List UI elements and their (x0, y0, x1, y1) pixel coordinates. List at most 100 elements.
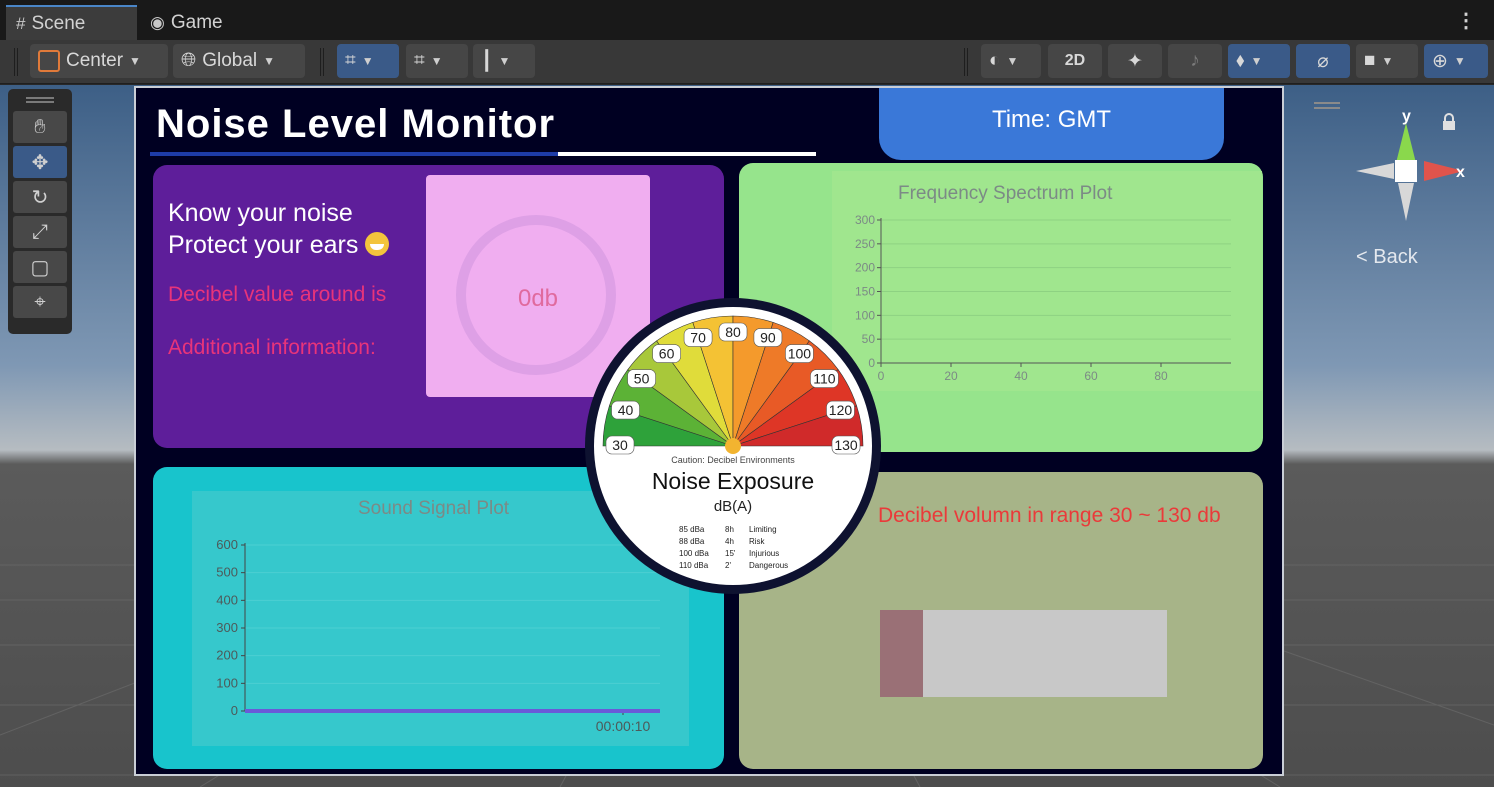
rect-tool-icon[interactable]: ▢ (13, 251, 67, 283)
range-message: Decibel volumn in range 30 ~ 130 db (878, 504, 1221, 527)
decibel-value-label: Decibel value around is (168, 283, 387, 306)
gauge-legend-risk: Dangerous (749, 561, 788, 570)
neg-x-cone[interactable] (1356, 163, 1394, 179)
gauge-scale-label: 50 (634, 371, 650, 387)
y-axis-cone[interactable] (1396, 123, 1416, 163)
gauge-legend-level: 88 dBa (679, 537, 705, 546)
eye-hidden-icon: ⌀ (1317, 50, 1329, 72)
time-label: Time: GMT (879, 88, 1224, 160)
gauge-scale-label: 110 (813, 371, 836, 387)
rotate-tool-icon[interactable]: ↻ (13, 181, 67, 213)
additional-info-label: Additional information: (168, 336, 376, 359)
tab-bar: # Scene ◉ Game ⋮ (0, 0, 1494, 40)
transform-tool-icon[interactable]: ⌖ (13, 286, 67, 318)
gauge-scale-label: 60 (659, 346, 675, 362)
frequency-x-tick-label: 60 (1084, 369, 1098, 383)
space-dropdown[interactable]: 🌐︎ Global ▼ (173, 44, 305, 78)
frequency-y-tick-label: 300 (855, 213, 875, 227)
chevron-down-icon: ▼ (1006, 54, 1019, 68)
toolbar-grip[interactable] (320, 48, 324, 76)
tab-game-label: Game (170, 11, 223, 33)
signal-y-tick-label: 200 (216, 648, 238, 663)
gauge-scale-label: 70 (690, 330, 706, 346)
gauge-legend-risk: Risk (749, 537, 766, 546)
x-axis-label: x (1456, 164, 1465, 181)
pivot-icon (38, 50, 60, 72)
signal-y-tick-label: 300 (216, 620, 238, 635)
camera-icon: ■ (1364, 50, 1376, 71)
signal-y-tick-label: 100 (216, 675, 238, 690)
increment-snap-button[interactable]: ┃ ▼ (473, 44, 535, 78)
gizmos-dropdown[interactable]: ⊕ ▼ (1424, 44, 1488, 78)
frequency-x-tick-label: 20 (944, 369, 958, 383)
pivot-label: Center (66, 50, 124, 71)
tab-game[interactable]: ◉ Game (140, 5, 233, 40)
palette-drag-handle[interactable] (26, 97, 54, 103)
gauge-scale-label: 120 (829, 402, 853, 418)
pivot-dropdown[interactable]: Center ▼ (30, 44, 168, 78)
gizmo-icon: ⊕ (1432, 50, 1448, 72)
gauge-unit: dB(A) (714, 498, 752, 515)
shading-sphere-icon: ◐ (989, 50, 1001, 71)
lighting-toggle[interactable]: ✦ (1108, 44, 1162, 78)
chevron-down-icon: ▼ (361, 54, 374, 68)
more-menu-icon[interactable]: ⋮ (1456, 8, 1476, 33)
grid-icon: ⌗ (345, 50, 356, 71)
chevron-down-icon: ▼ (498, 54, 511, 68)
neg-y-cone[interactable] (1398, 183, 1414, 221)
grid-snap-button[interactable]: ⌗ ▼ (406, 44, 468, 78)
scene-visibility-toggle[interactable]: ⌀ (1296, 44, 1350, 78)
scene-toolbar: Center ▼ 🌐︎ Global ▼ ⌗ ▼ ⌗ ▼ ┃ ▼ ◐ ▼ 2D (0, 40, 1494, 84)
globe-icon: 🌐︎ (181, 50, 197, 71)
hand-tool-icon[interactable]: ✋︎ (13, 111, 67, 143)
chevron-down-icon: ▼ (263, 54, 276, 68)
move-tool-icon[interactable]: ✥ (13, 146, 67, 178)
draw-mode-dropdown[interactable]: ◐ ▼ (981, 44, 1041, 78)
slogan: Know your noise Protect your ears (168, 197, 390, 261)
gauge-legend-time: 2' (725, 561, 731, 570)
frequency-x-tick-label: 80 (1154, 369, 1168, 383)
slogan-line-2: Protect your ears (168, 229, 390, 261)
back-label[interactable]: < Back (1356, 246, 1418, 269)
audio-mute-icon: ♪ (1190, 50, 1200, 71)
slogan-line-1: Know your noise (168, 199, 353, 227)
decibel-level-bar (880, 610, 1167, 697)
signal-x-tick-label: 00:00:10 (596, 718, 651, 734)
audio-toggle[interactable]: ♪ (1168, 44, 1222, 78)
mode-2d-toggle[interactable]: 2D (1048, 44, 1102, 78)
grinning-face-icon (365, 232, 390, 256)
chevron-down-icon: ▼ (1250, 54, 1263, 68)
unity-editor-window: # Scene ◉ Game ⋮ Center ▼ 🌐︎ Global ▼ ⌗ … (0, 0, 1494, 787)
tools-palette: ✋︎ ✥ ↻ ⤢ ▢ ⌖ (8, 89, 72, 334)
camera-dropdown[interactable]: ■ ▼ (1356, 44, 1418, 78)
toolbar-grip[interactable] (14, 48, 18, 76)
gauge-legend-time: 15' (725, 549, 736, 558)
decibel-level-fill (880, 610, 924, 697)
signal-y-tick-label: 0 (231, 703, 238, 718)
tab-scene[interactable]: # Scene (6, 5, 137, 40)
effects-dropdown[interactable]: ⬧ ▼ (1228, 44, 1290, 78)
gauge-legend-level: 100 dBa (679, 549, 709, 558)
gauge-scale-label: 80 (725, 324, 741, 340)
toolbar-grip[interactable] (964, 48, 968, 76)
gamepad-icon: ◉ (150, 12, 165, 32)
ui-canvas[interactable]: Noise Level Monitor Time: GMT Know your … (134, 86, 1284, 776)
chevron-down-icon: ▼ (430, 54, 443, 68)
scale-tool-icon[interactable]: ⤢ (13, 216, 67, 248)
frequency-y-tick-label: 250 (855, 237, 875, 251)
mode-2d-label: 2D (1064, 52, 1086, 69)
gauge-scale-label: 90 (760, 330, 776, 346)
gauge-scale-label: 30 (612, 437, 628, 453)
center-cube[interactable] (1395, 160, 1417, 182)
y-axis-label: y (1402, 108, 1411, 125)
grid-visibility-button[interactable]: ⌗ ▼ (337, 44, 399, 78)
title-underline-white (558, 152, 816, 156)
lighting-icon: ✦ (1127, 50, 1143, 72)
gauge-legend-risk: Limiting (749, 525, 777, 534)
tab-scene-label: Scene (31, 12, 86, 34)
title-underline-blue (150, 152, 558, 156)
space-label: Global (202, 50, 258, 71)
scene-viewport[interactable]: ✋︎ ✥ ↻ ⤢ ▢ ⌖ y x < Back Noise Level Moni… (0, 85, 1494, 787)
lock-icon[interactable] (1443, 113, 1455, 130)
gauge-hub (725, 438, 741, 454)
